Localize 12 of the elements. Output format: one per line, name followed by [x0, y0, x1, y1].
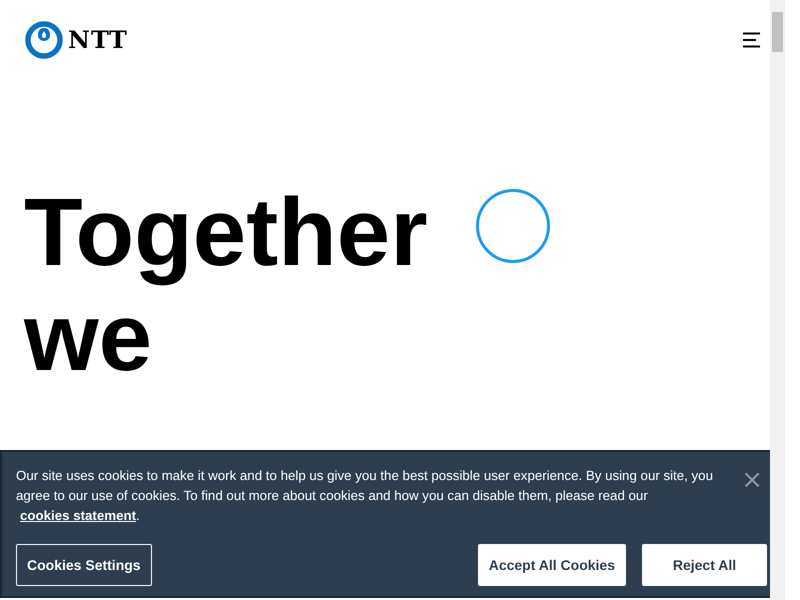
cookie-button[interactable]: Reject All — [642, 544, 767, 586]
cookie-button[interactable]: Cookies Settings — [16, 544, 152, 586]
close-button[interactable]: × — [741, 468, 763, 492]
cookies-statement-link[interactable]: cookies statement — [20, 508, 136, 523]
headline-text: we — [24, 285, 152, 390]
logo-text[interactable]: NTT — [68, 22, 128, 58]
menu-icon[interactable] — [743, 32, 761, 48]
headline-text: Together — [24, 180, 428, 285]
logo-icon — [24, 20, 64, 60]
scrollbar[interactable] — [770, 0, 785, 600]
cookie-button[interactable]: Accept All Cookies — [478, 544, 626, 586]
cookie-message: Our site uses cookies to make it work and to help us give you the best possible user experience. By using our site, you agree to our use of cookies. To find out more about cookies and how you can disable them, please read our cookies statement. — [16, 467, 714, 525]
